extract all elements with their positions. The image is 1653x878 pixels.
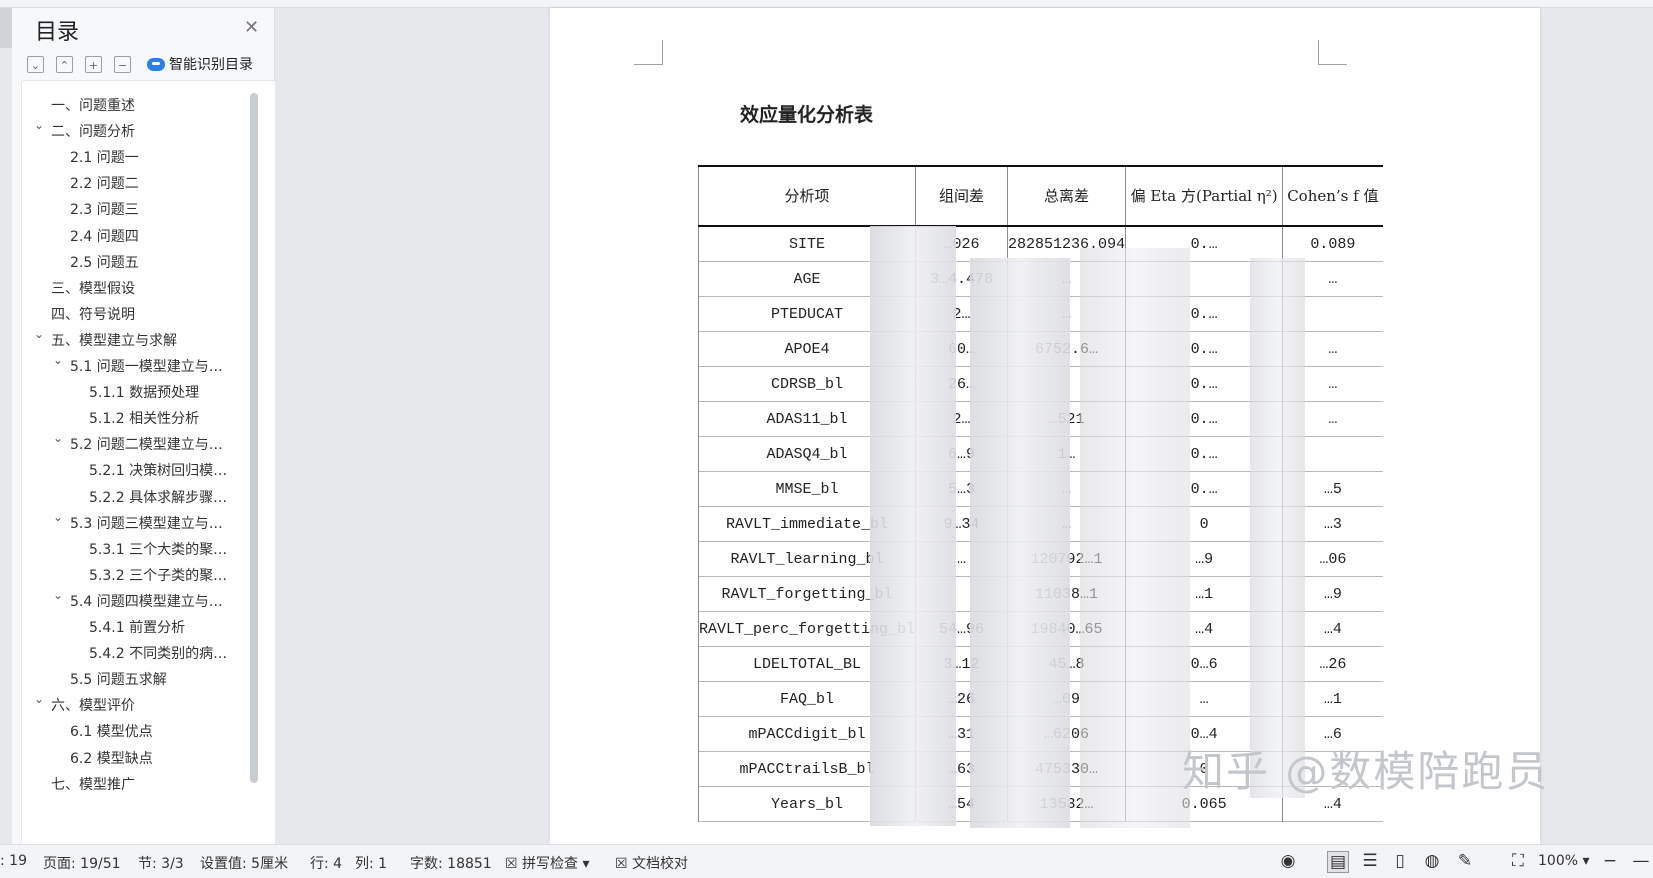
toc-pane: 目录 ✕ ⌄ ⌃ + − 智能识别目录 一、问题重述 二、问题分析 ⌄ 2.1 问题一…: [12, 8, 276, 850]
reading-view-icon[interactable]: ▯: [1390, 851, 1410, 871]
spell-check-label: 拼写检查: [522, 856, 579, 872]
toc-item[interactable]: 5.2.2 具体求解步骤…: [89, 487, 227, 507]
doc-check-icon: ☒: [615, 856, 628, 872]
toc-item[interactable]: 5.2.1 决策树回归模…: [89, 460, 227, 480]
setting-status[interactable]: 设置值: 5厘米: [200, 853, 288, 873]
row-status[interactable]: 行: 4: [310, 853, 342, 873]
zoom-out-icon[interactable]: −: [1600, 851, 1620, 871]
document-page: 效应量化分析表 分析项 组间差 总离差 偏 Eta 方(Partial η²) …: [550, 8, 1540, 844]
toc-item[interactable]: 2.3 问题三: [70, 199, 139, 219]
zoom-value: 100%: [1538, 853, 1579, 869]
eye-protection-icon[interactable]: ◉: [1278, 851, 1298, 871]
header-cell: 总离差: [1007, 166, 1127, 226]
table-row: SITE …026 282851236.094 0.… 0.089: [697, 226, 1383, 262]
toc-item[interactable]: 二、问题分析: [51, 121, 135, 141]
toc-item[interactable]: 5.3.1 三个大类的聚…: [89, 539, 227, 559]
add-heading-icon[interactable]: +: [85, 55, 102, 73]
left-edge-tab[interactable]: [0, 8, 12, 48]
status-bar: : 19 页面: 19/51 节: 3/3 设置值: 5厘米 行: 4 列: 1…: [0, 844, 1653, 878]
toc-item[interactable]: 5.3 问题三模型建立与…: [70, 513, 223, 533]
spell-check-icon: ☒: [505, 856, 518, 872]
toc-item[interactable]: 6.2 模型缺点: [70, 748, 153, 768]
chevron-down-icon[interactable]: ⌄: [34, 118, 44, 132]
toc-item[interactable]: 五、模型建立与求解: [51, 330, 177, 350]
smart-toc-label: 智能识别目录: [169, 57, 253, 73]
toc-item[interactable]: 六、模型评价: [51, 695, 135, 715]
toc-item[interactable]: 5.3.2 三个子类的聚…: [89, 565, 227, 585]
close-icon[interactable]: ✕: [244, 17, 259, 38]
outline-view-icon[interactable]: ☰: [1360, 851, 1380, 871]
toc-item[interactable]: 5.1.1 数据预处理: [89, 382, 199, 402]
toc-item[interactable]: 5.2 问题二模型建立与…: [70, 434, 223, 454]
chevron-down-icon[interactable]: ⌄: [34, 327, 44, 341]
value-cell: 0.089: [1310, 235, 1356, 253]
zoom-slider[interactable]: —: [1630, 851, 1652, 871]
chevron-down-icon[interactable]: ⌄: [34, 692, 44, 706]
toc-item[interactable]: 一、问题重述: [51, 95, 135, 115]
toc-item[interactable]: 5.4.2 不同类别的病…: [89, 643, 227, 663]
blur-overlay: [1250, 258, 1305, 798]
blur-overlay: [1080, 248, 1190, 828]
toc-item[interactable]: 5.4 问题四模型建立与…: [70, 591, 223, 611]
col-status[interactable]: 列: 1: [355, 853, 387, 873]
header-cell: 分析项: [697, 166, 917, 226]
toc-item[interactable]: 5.5 问题五求解: [70, 669, 167, 689]
expand-all-icon[interactable]: ⌄: [27, 55, 44, 73]
page-number-status: : 19: [0, 853, 27, 869]
toc-scrollbar[interactable]: [250, 93, 258, 783]
header-cell: 组间差: [915, 166, 1009, 226]
blur-overlay: [970, 258, 1070, 828]
header-cell: Cohen’s f 值: [1287, 187, 1379, 205]
toc-item[interactable]: 四、符号说明: [51, 304, 135, 324]
spell-check-button[interactable]: ☒ 拼写检查 ▾: [505, 853, 590, 873]
doc-check-button[interactable]: ☒ 文档校对: [615, 853, 688, 873]
toc-toolbar: ⌄ ⌃ + − 智能识别目录: [27, 52, 253, 76]
page-status[interactable]: 页面: 19/51: [43, 853, 121, 873]
toc-item[interactable]: 5.1.2 相关性分析: [89, 408, 199, 428]
header-cell: 偏 Eta 方(Partial η²): [1125, 166, 1284, 226]
toc-item[interactable]: 5.1 问题一模型建立与…: [70, 356, 223, 376]
toc-title: 目录: [35, 20, 80, 45]
margin-corner-right: [1318, 40, 1347, 65]
toc-item[interactable]: 2.2 问题二: [70, 173, 139, 193]
remove-heading-icon[interactable]: −: [114, 55, 131, 73]
web-view-icon[interactable]: ◍: [1422, 851, 1442, 871]
toc-item[interactable]: 三、模型假设: [51, 278, 135, 298]
toc-tree: 一、问题重述 二、问题分析 ⌄ 2.1 问题一 2.2 问题二 2.3 问题三 2.4 问题…: [21, 80, 276, 850]
chevron-down-icon: ▾: [582, 856, 590, 872]
cloud-icon: [147, 57, 165, 71]
word-count-status[interactable]: 字数: 18851: [410, 853, 492, 873]
table-title: 效应量化分析表: [740, 104, 874, 126]
table-header-row: 分析项 组间差 总离差 偏 Eta 方(Partial η²) Cohen’s …: [697, 166, 1383, 226]
zoom-dropdown[interactable]: 100% ▾: [1538, 853, 1590, 869]
toc-item[interactable]: 2.4 问题四: [70, 226, 139, 246]
toc-item[interactable]: 2.5 问题五: [70, 252, 139, 272]
toc-item[interactable]: 七、模型推广: [51, 774, 135, 794]
toc-item[interactable]: 2.1 问题一: [70, 147, 139, 167]
doc-check-label: 文档校对: [632, 856, 689, 872]
top-strip: [0, 0, 1653, 8]
collapse-all-icon[interactable]: ⌃: [56, 55, 73, 73]
chevron-down-icon[interactable]: ⌄: [53, 431, 63, 445]
smart-toc-button[interactable]: 智能识别目录: [147, 54, 253, 74]
chevron-down-icon[interactable]: ⌄: [53, 353, 63, 367]
chevron-down-icon: ▾: [1582, 853, 1590, 869]
fit-page-icon[interactable]: ⛶: [1508, 851, 1528, 871]
margin-corner-left: [634, 40, 663, 65]
watermark: 知乎 @数模陪跑员: [1182, 747, 1550, 796]
section-status[interactable]: 节: 3/3: [138, 853, 184, 873]
toc-item[interactable]: 6.1 模型优点: [70, 721, 153, 741]
blur-overlay: [870, 226, 956, 826]
chevron-down-icon[interactable]: ⌄: [53, 510, 63, 524]
chevron-down-icon[interactable]: ⌄: [53, 588, 63, 602]
toc-item[interactable]: 5.4.1 前置分析: [89, 617, 185, 637]
pen-icon[interactable]: ✎: [1455, 851, 1475, 871]
page-view-icon[interactable]: ▤: [1327, 851, 1349, 873]
